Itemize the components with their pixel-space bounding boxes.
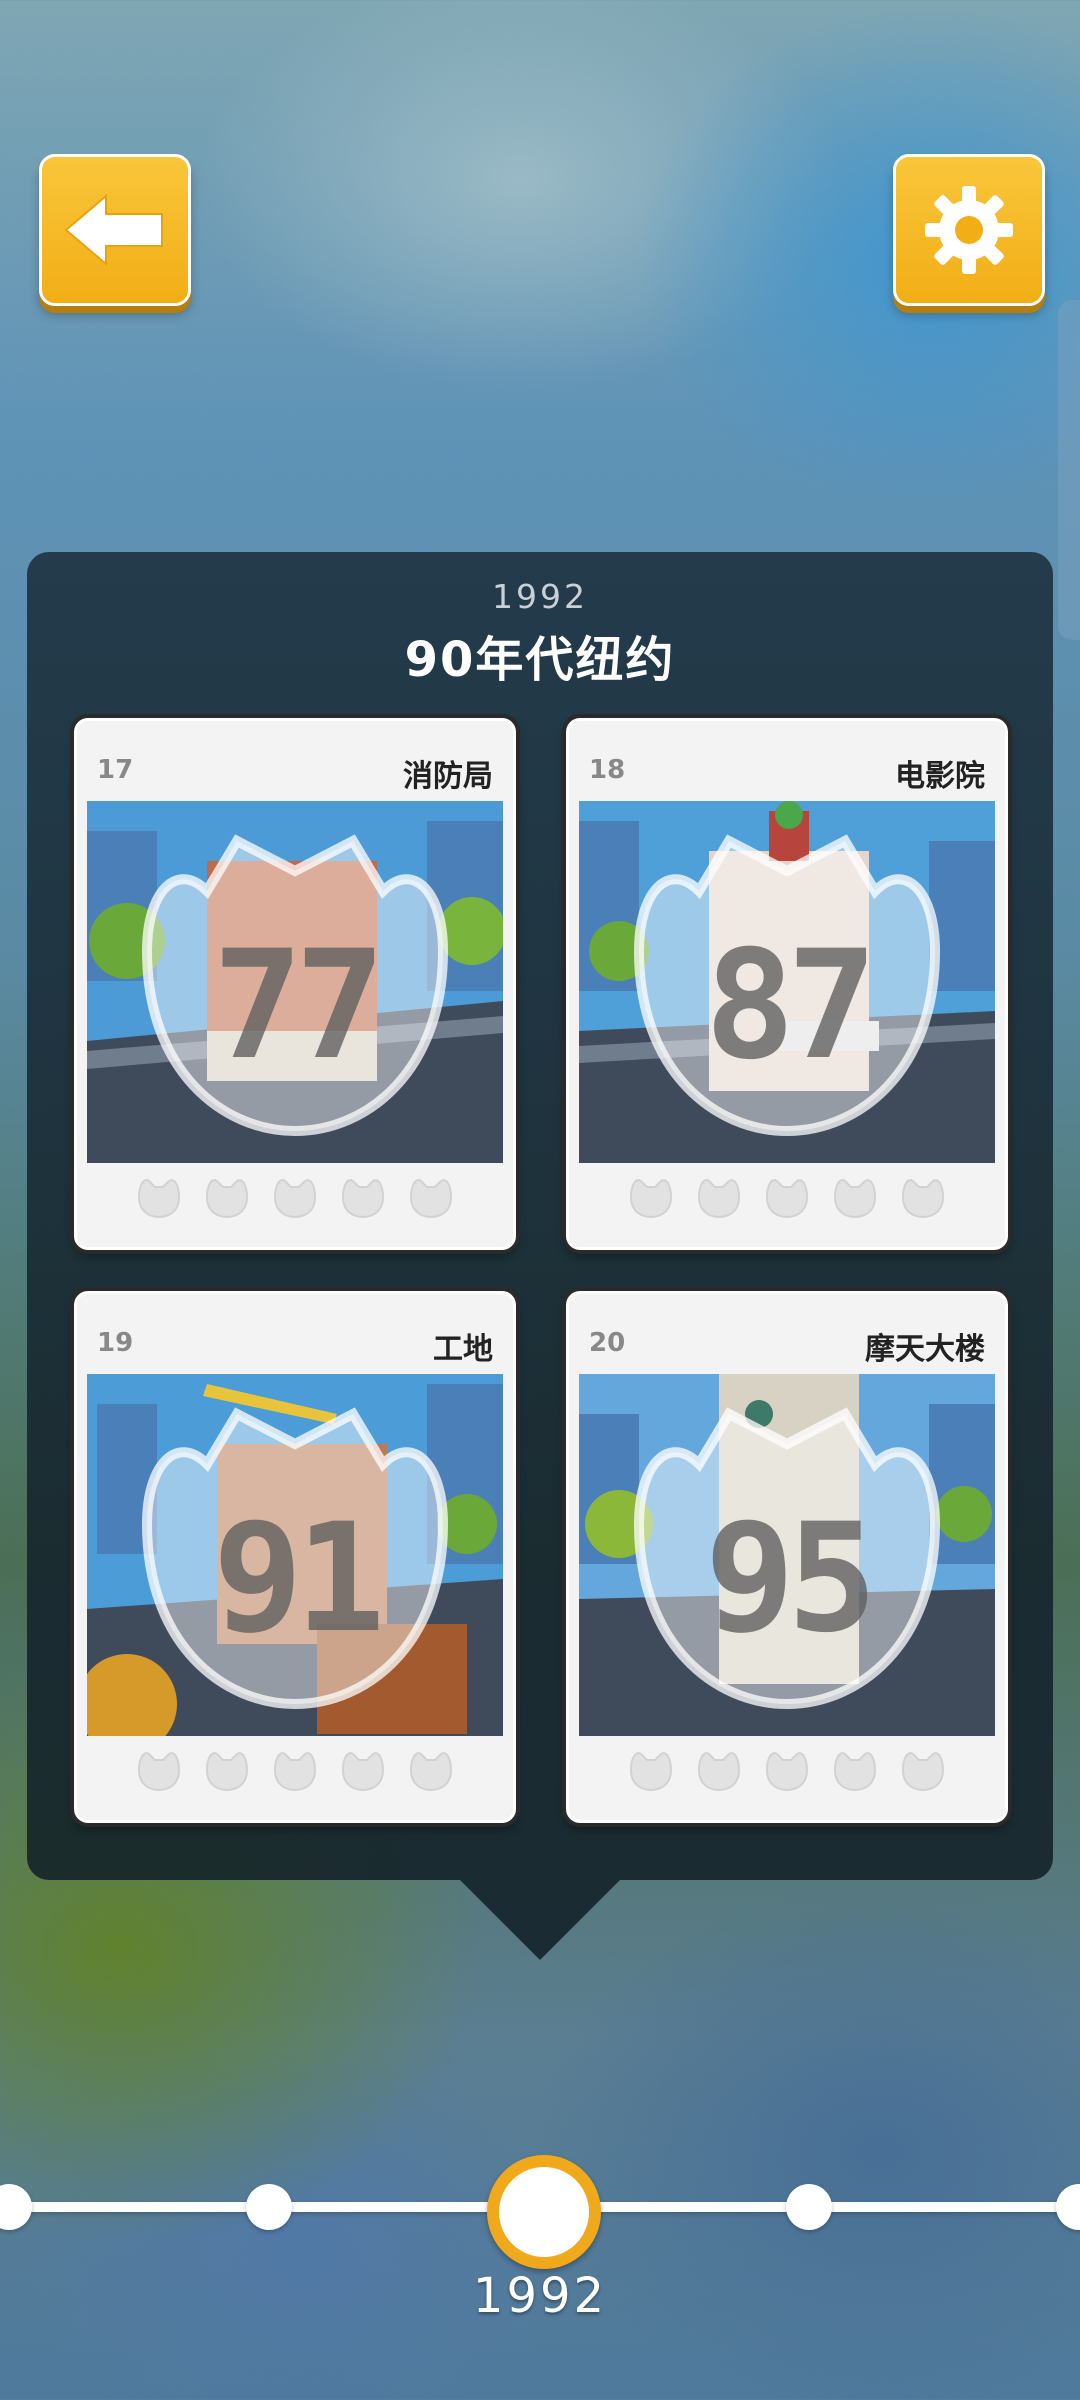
era-year: 1992 bbox=[492, 577, 588, 616]
level-name: 电影院 bbox=[895, 759, 985, 794]
timeline-node[interactable] bbox=[0, 2184, 32, 2230]
level-name: 消防局 bbox=[403, 759, 493, 794]
cat-icon bbox=[901, 1179, 945, 1219]
cat-icon bbox=[137, 1752, 181, 1792]
settings-button[interactable] bbox=[893, 154, 1045, 306]
card-header: 18 电影院 bbox=[569, 721, 1005, 801]
cat-icon bbox=[901, 1752, 945, 1792]
cat-icon bbox=[833, 1752, 877, 1792]
cat-icon bbox=[273, 1752, 317, 1792]
cat-icon bbox=[697, 1752, 741, 1792]
cat-icon bbox=[765, 1179, 809, 1219]
cat-icon bbox=[205, 1179, 249, 1219]
level-name: 摩天大楼 bbox=[865, 1332, 985, 1367]
cat-icon bbox=[629, 1179, 673, 1219]
level-thumbnail: 77 bbox=[87, 801, 503, 1163]
level-number: 17 bbox=[97, 755, 134, 785]
level-score: 95 bbox=[704, 1492, 878, 1666]
timeline-node[interactable] bbox=[1056, 2184, 1080, 2230]
cat-rating bbox=[77, 1173, 513, 1233]
cat-icon bbox=[409, 1179, 453, 1219]
card-header: 19 工地 bbox=[77, 1294, 513, 1374]
level-name: 工地 bbox=[433, 1332, 493, 1367]
level-thumbnail: 95 bbox=[579, 1374, 995, 1736]
card-header: 17 消防局 bbox=[77, 721, 513, 801]
cat-icon bbox=[341, 1179, 385, 1219]
era-title: 90年代纽约 bbox=[404, 632, 676, 688]
level-number: 19 bbox=[97, 1328, 134, 1358]
level-score: 87 bbox=[704, 919, 878, 1093]
arrow-left-icon bbox=[64, 193, 163, 267]
timeline-node-current[interactable] bbox=[487, 2155, 601, 2269]
level-card-18[interactable]: 18 电影院 87 bbox=[566, 718, 1008, 1250]
level-card-17[interactable]: 17 消防局 77 bbox=[74, 718, 516, 1250]
cat-icon bbox=[765, 1752, 809, 1792]
cat-rating bbox=[569, 1746, 1005, 1806]
level-number: 18 bbox=[589, 755, 626, 785]
gear-icon bbox=[925, 186, 1013, 274]
level-score: 91 bbox=[212, 1492, 386, 1666]
cat-icon bbox=[273, 1179, 317, 1219]
level-card-19[interactable]: 19 工地 91 bbox=[74, 1291, 516, 1823]
panel-pointer bbox=[460, 1880, 620, 1960]
cat-icon bbox=[409, 1752, 453, 1792]
cat-icon bbox=[833, 1179, 877, 1219]
timeline-node[interactable] bbox=[246, 2184, 292, 2230]
level-thumbnail: 91 bbox=[87, 1374, 503, 1736]
cat-rating bbox=[77, 1746, 513, 1806]
level-number: 20 bbox=[589, 1328, 626, 1358]
cat-icon bbox=[629, 1752, 673, 1792]
cat-icon bbox=[137, 1179, 181, 1219]
level-thumbnail: 87 bbox=[579, 801, 995, 1163]
level-card-20[interactable]: 20 摩天大楼 95 bbox=[566, 1291, 1008, 1823]
back-button[interactable] bbox=[39, 154, 191, 306]
cat-rating bbox=[569, 1173, 1005, 1233]
cat-icon bbox=[697, 1179, 741, 1219]
timeline-node[interactable] bbox=[786, 2184, 832, 2230]
card-header: 20 摩天大楼 bbox=[569, 1294, 1005, 1374]
cat-icon bbox=[205, 1752, 249, 1792]
timeline-year-label: 1992 bbox=[472, 2268, 608, 2324]
level-score: 77 bbox=[212, 919, 386, 1093]
cat-icon bbox=[341, 1752, 385, 1792]
